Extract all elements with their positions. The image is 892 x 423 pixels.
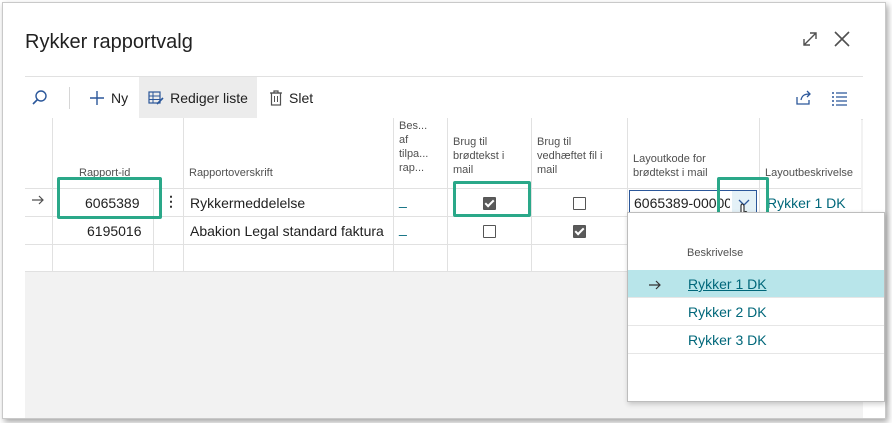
dropdown-option-selected[interactable]: Rykker 1 DK — [628, 270, 884, 298]
column-header-use-attachment-line1: Brug til — [537, 136, 572, 148]
use-for-attachment-checkbox[interactable] — [573, 225, 586, 238]
dropdown-option-label: Rykker 2 DK — [688, 304, 767, 320]
column-header-layout-code[interactable]: Layoutkode for brødtekst i mail — [633, 152, 708, 180]
custom-desc-cell[interactable]: _ — [399, 192, 407, 208]
new-button[interactable]: Ny — [89, 77, 128, 119]
layout-code-value: 6065389-00000 — [634, 195, 730, 211]
new-button-label: Ny — [111, 90, 129, 106]
column-header-custom-desc-line2: af — [399, 134, 409, 146]
search-button[interactable] — [31, 77, 49, 119]
toolbar-divider — [69, 87, 70, 109]
trash-icon — [269, 90, 283, 106]
use-for-body-checkbox[interactable] — [483, 225, 496, 238]
dropdown-option[interactable]: Rykker 3 DK — [628, 326, 884, 354]
action-bar: Ny Rediger liste Slet — [25, 76, 863, 120]
report-caption-cell[interactable]: Rykkermeddelelse — [190, 195, 305, 211]
list-view-button[interactable] — [831, 77, 849, 119]
grid-column-divider — [447, 118, 448, 272]
column-header-use-attachment[interactable]: Brug til vedhæftet fil i mail — [537, 135, 602, 177]
report-caption-cell[interactable]: Abakion Legal standard faktura — [190, 223, 384, 239]
report-id-cell[interactable]: 6195016 — [87, 223, 142, 239]
edit-list-icon — [148, 90, 164, 106]
close-icon[interactable] — [831, 29, 853, 51]
plus-icon — [89, 90, 105, 106]
use-for-attachment-checkbox[interactable] — [573, 197, 586, 210]
column-header-use-attachment-line2: vedhæftet fil i — [537, 150, 603, 162]
report-id-cell[interactable]: 6065389 — [85, 195, 140, 211]
dropdown-option-label: Rykker 1 DK — [688, 276, 767, 292]
column-header-custom-desc[interactable]: Bes... af tilpa... rap... — [399, 119, 428, 175]
selected-arrow-icon — [648, 278, 662, 294]
share-icon — [796, 90, 811, 105]
use-for-body-checkbox[interactable] — [483, 197, 496, 210]
dialog-title: Rykker rapportvalg — [25, 31, 193, 53]
grid-column-divider — [153, 188, 154, 272]
share-button[interactable] — [795, 77, 813, 119]
custom-desc-cell[interactable]: _ — [399, 220, 407, 236]
delete-button[interactable]: Slet — [269, 77, 313, 119]
column-header-use-body-line1: Brug til — [453, 136, 488, 148]
column-header-report-caption[interactable]: Rapportoverskrift — [189, 166, 273, 180]
column-header-use-body[interactable]: Brug til brødtekst i mail — [453, 135, 504, 177]
row-actions-icon[interactable]: ⋮ — [164, 193, 178, 210]
column-header-custom-desc-line3: tilpa... — [399, 148, 429, 160]
dropdown-option[interactable]: Rykker 2 DK — [628, 298, 884, 326]
column-header-use-attachment-line3: mail — [537, 164, 558, 176]
list-view-icon — [832, 92, 847, 106]
edit-list-button-label: Rediger liste — [170, 90, 248, 106]
column-header-use-body-line3: mail — [453, 164, 474, 176]
layout-description-cell[interactable]: Rykker 1 DK — [767, 195, 846, 211]
grid-column-divider — [183, 118, 184, 272]
layout-lookup-dropdown: Beskrivelse Rykker 1 DK Rykker 2 DK Rykk… — [627, 212, 885, 402]
grid-row-divider — [25, 188, 861, 189]
column-header-custom-desc-line1: Bes... — [399, 120, 428, 132]
search-icon — [32, 90, 47, 105]
grid-column-divider — [393, 118, 394, 272]
grid-column-divider — [52, 118, 53, 272]
current-row-arrow-icon — [31, 193, 45, 211]
column-header-report-id[interactable]: Rapport-id — [79, 166, 130, 180]
dropdown-option-label: Rykker 3 DK — [688, 332, 767, 348]
column-header-layout-code-line2: brødtekst i mail — [633, 167, 708, 179]
column-header-custom-desc-line4: rap... — [399, 162, 425, 174]
dropdown-column-header: Beskrivelse — [687, 247, 744, 259]
grid-column-divider — [531, 118, 532, 272]
expand-icon[interactable] — [799, 29, 821, 51]
column-header-layout-code-line1: Layoutkode for — [633, 153, 706, 165]
edit-list-button[interactable]: Rediger liste — [139, 77, 257, 119]
delete-button-label: Slet — [289, 90, 314, 106]
column-header-use-body-line2: brødtekst i — [453, 150, 505, 162]
column-header-layout-description[interactable]: Layoutbeskrivelse — [765, 166, 853, 180]
